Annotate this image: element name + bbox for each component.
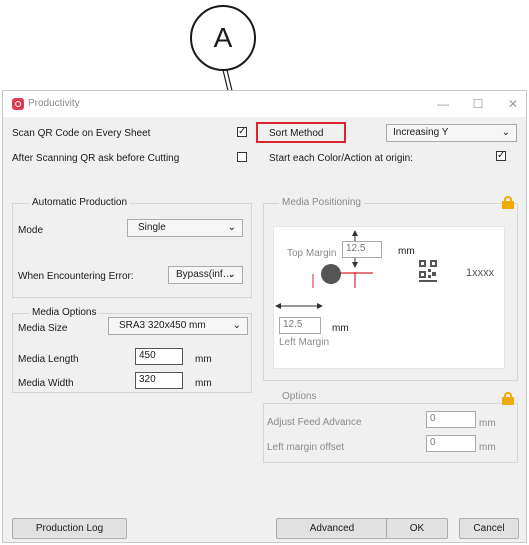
sort-method-value: Increasing Y — [393, 127, 449, 138]
left-margin-input[interactable]: 12.5 — [279, 317, 321, 334]
advanced-button[interactable]: Advanced — [276, 518, 388, 539]
cancel-button[interactable]: Cancel — [459, 518, 519, 539]
mode-dropdown[interactable]: Single ⌄ — [127, 219, 243, 237]
feed-advance-unit: mm — [479, 418, 496, 429]
sort-method-label: Sort Method — [269, 128, 324, 139]
feed-advance-label: Adjust Feed Advance — [267, 417, 362, 428]
mode-value: Single — [138, 222, 166, 233]
top-margin-unit: mm — [398, 246, 415, 257]
top-margin-label: Top Margin — [287, 248, 337, 259]
qr-code-icon — [419, 260, 437, 286]
chevron-down-icon: ⌄ — [227, 222, 236, 233]
options-group — [263, 403, 518, 463]
error-dropdown[interactable]: Bypass(inf… ⌄ — [168, 266, 243, 284]
media-length-input[interactable]: 450 — [135, 348, 183, 365]
media-size-dropdown[interactable]: SRA3 320x450 mm ⌄ — [108, 317, 248, 335]
left-margin-unit: mm — [332, 323, 349, 334]
start-origin-label: Start each Color/Action at origin: — [269, 153, 413, 164]
media-options-title: Media Options — [29, 307, 100, 318]
ok-button[interactable]: OK — [386, 518, 448, 539]
media-positioning-title: Media Positioning — [279, 197, 364, 208]
error-value: Bypass(inf… — [176, 269, 233, 280]
mode-label: Mode — [18, 225, 44, 236]
scan-qr-checkbox[interactable]: ✓ — [237, 127, 247, 137]
minimize-button[interactable]: — — [433, 96, 453, 112]
options-title: Options — [279, 391, 320, 402]
media-size-value: SRA3 320x450 mm — [119, 320, 206, 331]
media-width-input[interactable]: 320 — [135, 372, 183, 389]
lock-icon — [502, 196, 514, 209]
left-offset-input[interactable]: 0 — [426, 435, 476, 452]
left-margin-label: Left Margin — [279, 337, 330, 348]
feed-advance-input[interactable]: 0 — [426, 411, 476, 428]
close-button[interactable]: ✕ — [503, 96, 523, 112]
title-bar: Productivity — ☐ ✕ — [3, 91, 526, 117]
after-scan-label: After Scanning QR ask before Cutting — [12, 153, 180, 164]
chevron-down-icon: ⌄ — [232, 320, 241, 331]
production-log-button[interactable]: Production Log — [12, 518, 127, 539]
qr-text: 1xxxx — [466, 267, 495, 279]
window-title: Productivity — [28, 98, 80, 109]
media-width-label: Media Width — [18, 378, 74, 389]
chevron-down-icon: ⌄ — [227, 269, 236, 280]
error-label: When Encountering Error: — [18, 271, 134, 282]
productivity-window: Productivity — ☐ ✕ Scan QR Code on Every… — [2, 90, 527, 543]
top-margin-input[interactable]: 12.5 — [342, 241, 382, 258]
scan-qr-label: Scan QR Code on Every Sheet — [12, 128, 151, 139]
maximize-button[interactable]: ☐ — [468, 96, 488, 112]
media-size-label: Media Size — [18, 323, 68, 334]
sort-method-dropdown[interactable]: Increasing Y ⌄ — [386, 124, 517, 142]
after-scan-checkbox[interactable] — [237, 152, 247, 162]
app-icon — [12, 98, 24, 110]
left-offset-label: Left margin offset — [267, 442, 345, 453]
lock-icon — [502, 392, 514, 405]
chevron-down-icon: ⌄ — [501, 127, 510, 138]
start-origin-checkbox[interactable]: ✓ — [496, 151, 506, 161]
callout-label: A — [213, 22, 233, 53]
automatic-production-title: Automatic Production — [29, 197, 131, 208]
callout-marker: A — [190, 5, 256, 71]
media-length-unit: mm — [195, 354, 212, 365]
media-width-unit: mm — [195, 378, 212, 389]
media-length-label: Media Length — [18, 354, 79, 365]
left-offset-unit: mm — [479, 442, 496, 453]
